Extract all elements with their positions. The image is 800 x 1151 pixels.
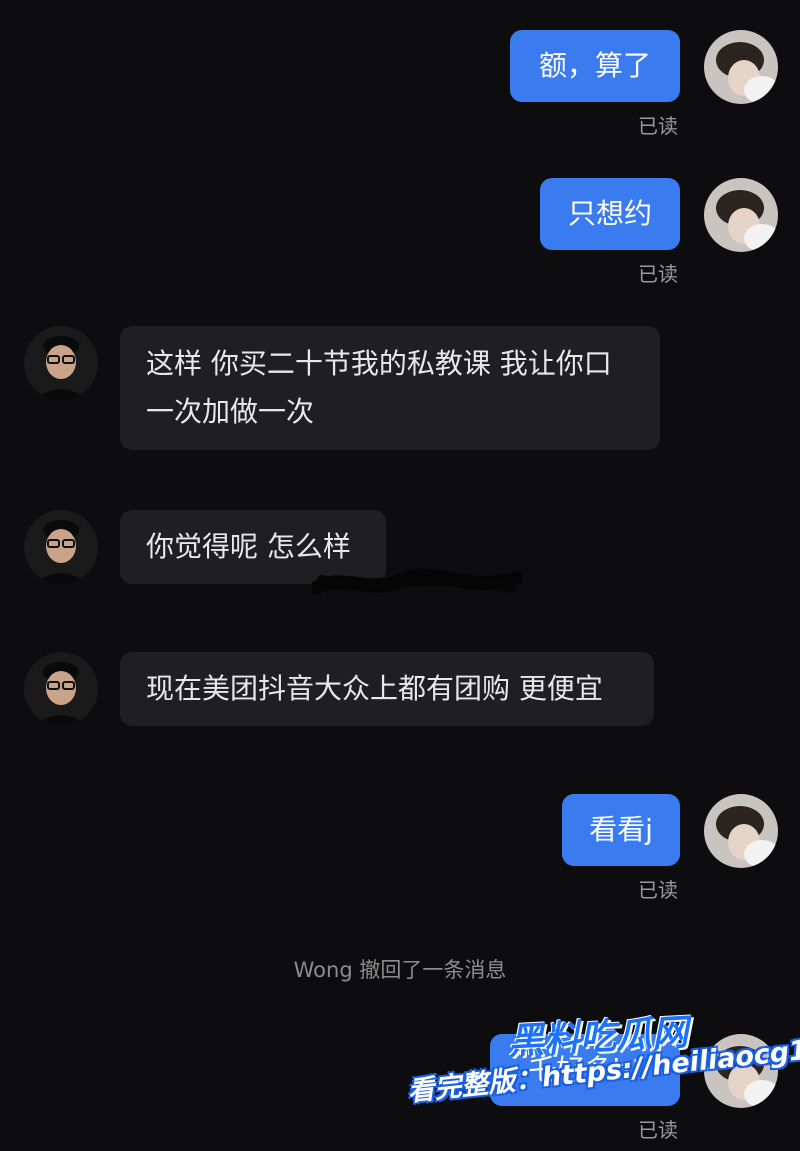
message-text: 你觉得呢 怎么样: [146, 530, 351, 563]
read-status: 已读: [638, 878, 678, 902]
my-avatar[interactable]: [704, 30, 778, 104]
message-text: 只想约: [567, 197, 652, 230]
message-text: 额，算了: [538, 49, 651, 82]
contact-avatar[interactable]: [24, 652, 98, 726]
read-status: 已读: [638, 262, 678, 286]
message-text-line: 这样 你买二十节我的私教课 我让你口: [146, 347, 612, 380]
recall-notice: Wong 撤回了一条消息: [293, 958, 507, 982]
avatar-photo-icon: [24, 652, 98, 726]
message-bubble-received[interactable]: 现在美团抖音大众上都有团购 更便宜: [120, 652, 654, 726]
read-status: 已读: [638, 114, 678, 138]
message-bubble-received[interactable]: 这样 你买二十节我的私教课 我让你口 一次加做一次: [120, 326, 660, 450]
message-text: 看看j: [589, 813, 653, 846]
avatar-photo-icon: [704, 178, 778, 252]
avatar-photo-icon: [24, 326, 98, 400]
read-status: 已读: [638, 1118, 678, 1142]
message-text-line: 一次加做一次: [146, 395, 315, 428]
my-avatar[interactable]: [704, 794, 778, 868]
contact-avatar[interactable]: [24, 326, 98, 400]
my-avatar[interactable]: [704, 178, 778, 252]
message-bubble-sent[interactable]: 只想约: [540, 178, 680, 250]
redaction-scribble: [312, 568, 522, 595]
message-text: 现在美团抖音大众上都有团购 更便宜: [146, 672, 603, 705]
message-bubble-sent[interactable]: 看看j: [562, 794, 680, 866]
avatar-photo-icon: [704, 794, 778, 868]
avatar-photo-icon: [24, 510, 98, 584]
avatar-photo-icon: [704, 30, 778, 104]
message-bubble-sent[interactable]: 额，算了: [510, 30, 680, 102]
contact-avatar[interactable]: [24, 510, 98, 584]
